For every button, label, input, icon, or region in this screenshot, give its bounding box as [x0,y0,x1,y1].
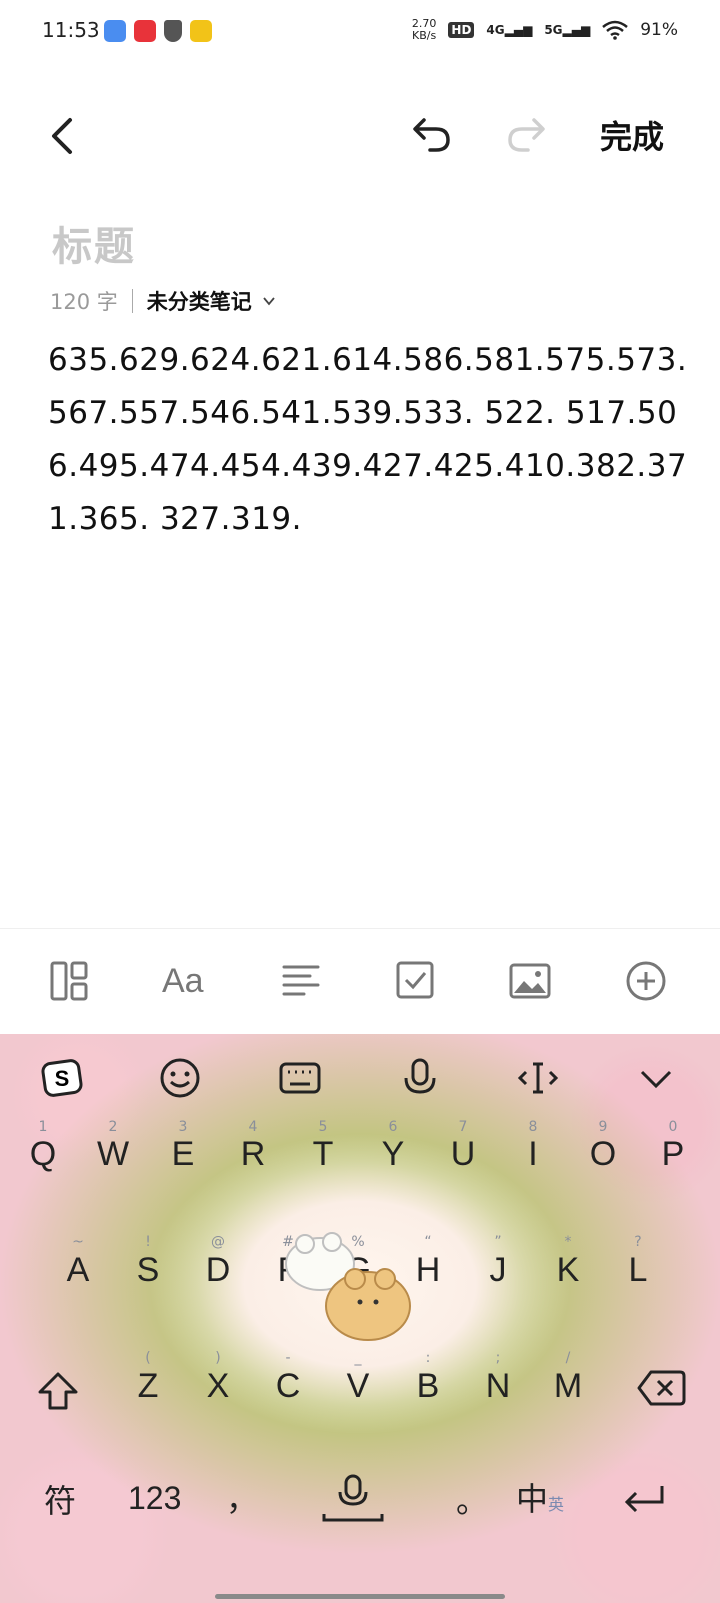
status-time: 11:53 [42,18,100,42]
char-count: 120 字 [50,290,118,314]
note-meta: 120 字 未分类笔记 [50,286,276,316]
key-i[interactable]: I [503,1124,563,1184]
hd-icon: HD [448,22,475,38]
key-d[interactable]: D [188,1240,248,1300]
enter-icon[interactable] [622,1480,668,1520]
undo-icon[interactable] [410,112,454,156]
microphone-icon[interactable] [398,1056,442,1100]
key-y[interactable]: Y [363,1124,423,1184]
collapse-keyboard-icon[interactable] [634,1056,678,1100]
net-speed: 2.70 KB/s [411,17,437,42]
align-icon[interactable] [280,959,324,1003]
battery-level: 91% [640,20,678,40]
key-x[interactable]: X [188,1356,248,1416]
cursor-move-icon[interactable] [516,1056,560,1100]
comma-key[interactable]: ， [226,1474,258,1520]
key-k[interactable]: K [538,1240,598,1300]
bear-illustration [285,1232,411,1341]
language-key[interactable]: 中英 [516,1474,564,1520]
signal-icon-sim1: 4G▂▄▆ [486,23,533,37]
backspace-icon[interactable] [636,1368,686,1408]
symbols-key[interactable]: 符 [44,1476,76,1522]
text-style-icon[interactable]: Aa [162,959,206,1003]
period-key[interactable]: 。 [456,1476,488,1522]
key-a[interactable]: A [48,1240,108,1300]
status-right: 2.70 KB/s HD 4G▂▄▆ 5G▂▄▆ 91% [412,18,678,42]
shift-icon[interactable] [36,1370,80,1414]
key-o[interactable]: O [573,1124,633,1184]
key-t[interactable]: T [293,1124,353,1184]
key-j[interactable]: J [468,1240,528,1300]
key-m[interactable]: M [538,1356,598,1416]
keyboard: S 1 2 3 4 5 6 7 8 9 0 Q W E R T Y U I O … [0,1034,720,1603]
back-icon[interactable] [44,112,84,160]
key-r[interactable]: R [223,1124,283,1184]
sogou-logo-icon[interactable]: S [40,1056,84,1100]
app-notification-icon [190,20,212,42]
key-u[interactable]: U [433,1124,493,1184]
emoji-icon[interactable] [158,1056,202,1100]
key-l[interactable]: L [608,1240,668,1300]
space-voice-icon[interactable] [322,1470,384,1526]
key-w[interactable]: W [83,1124,143,1184]
keyboard-icon[interactable] [278,1056,322,1100]
app-notification-icon [104,20,126,42]
key-c[interactable]: C [258,1356,318,1416]
key-b[interactable]: B [398,1356,458,1416]
add-icon[interactable] [624,959,668,1003]
format-toolbar: Aa [0,928,720,1035]
chevron-down-icon[interactable] [262,294,276,308]
svg-text:S: S [55,1066,70,1091]
redo-icon[interactable] [504,112,548,156]
numbers-key[interactable]: 123 [128,1480,181,1517]
checklist-icon[interactable] [394,959,438,1003]
category-selector[interactable]: 未分类笔记 [147,286,252,316]
key-q[interactable]: Q [13,1124,73,1184]
app-notification-icon [134,20,156,42]
shield-icon [164,20,182,42]
home-indicator[interactable] [215,1594,505,1599]
signal-icon-sim2: 5G▂▄▆ [544,23,591,37]
title-input[interactable]: 标题 [52,214,136,272]
key-e[interactable]: E [153,1124,213,1184]
status-bar: 11:53 2.70 KB/s HD 4G▂▄▆ 5G▂▄▆ 91% [0,0,720,64]
note-body[interactable]: 635.629.624.621.614.586.581.575.573.567.… [48,334,688,546]
key-v[interactable]: V [328,1356,388,1416]
key-z[interactable]: Z [118,1356,178,1416]
divider [131,289,133,313]
key-n[interactable]: N [468,1356,528,1416]
key-s[interactable]: S [118,1240,178,1300]
image-icon[interactable] [508,959,552,1003]
key-p[interactable]: P [643,1124,703,1184]
layout-icon[interactable] [48,959,92,1003]
wifi-icon [602,20,629,40]
done-button[interactable]: 完成 [600,112,664,158]
notification-icons [104,20,212,42]
